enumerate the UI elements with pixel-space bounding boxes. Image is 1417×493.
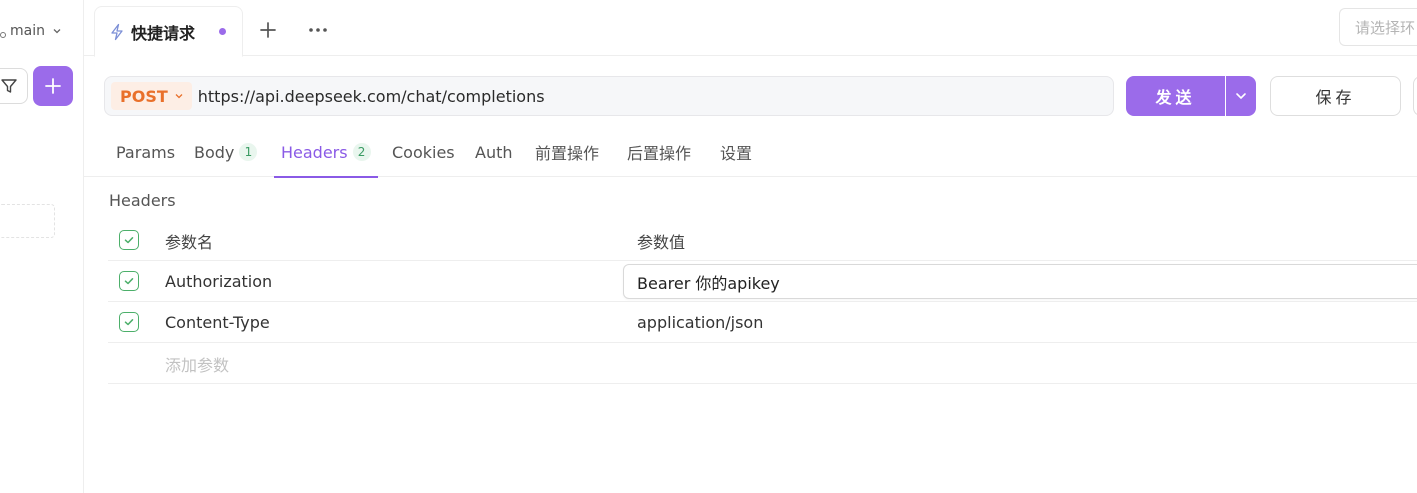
request-tabs: Params Body 1 Headers 2 Cookies Auth 前置操… <box>84 127 1417 178</box>
plus-icon <box>45 78 61 94</box>
tab-label: Headers <box>281 142 348 162</box>
add-row: 添加参数 <box>108 343 1417 384</box>
table-row: Authorization Bearer 你的apikey <box>108 261 1417 302</box>
tab-label: Auth <box>475 142 513 162</box>
tab-title: 快捷请求 <box>131 23 196 43</box>
header-name-cell[interactable]: Authorization <box>165 261 272 302</box>
row-enabled-checkbox[interactable] <box>119 312 139 332</box>
add-button[interactable] <box>33 66 73 106</box>
environment-select[interactable]: 请选择环 <box>1339 8 1417 46</box>
tab-body[interactable]: Body 1 <box>194 127 258 177</box>
chevron-down-icon <box>1236 93 1246 100</box>
table-row: Content-Type application/json <box>108 302 1417 343</box>
branch-selector[interactable]: main <box>0 20 63 42</box>
new-tab-button[interactable] <box>258 20 278 40</box>
add-parameter-input[interactable]: 添加参数 <box>165 343 229 384</box>
column-header-name: 参数名 <box>165 232 214 252</box>
unsaved-dot <box>219 28 227 35</box>
sidebar-placeholder-box <box>0 204 55 238</box>
select-all-checkbox[interactable] <box>119 230 139 250</box>
tab-params[interactable]: Params <box>116 127 175 177</box>
method-label: POST <box>120 86 168 106</box>
send-button[interactable]: 发送 <box>1126 76 1225 116</box>
check-icon <box>124 237 134 244</box>
tab-label: Cookies <box>392 142 455 162</box>
active-tab-indicator <box>274 176 378 178</box>
column-header-value: 参数值 <box>637 232 686 252</box>
more-tabs-button[interactable] <box>307 22 329 38</box>
section-title: Headers <box>109 191 176 210</box>
count-badge: 2 <box>352 143 371 161</box>
lightning-icon <box>111 23 123 40</box>
filter-button[interactable] <box>0 68 28 104</box>
count-badge: 1 <box>239 143 258 161</box>
tab-cookies[interactable]: Cookies <box>392 127 455 177</box>
save-label: 保存 <box>1315 88 1356 107</box>
send-label: 发送 <box>1155 88 1196 107</box>
branch-icon <box>0 24 6 38</box>
header-value-cell[interactable]: application/json <box>637 302 763 343</box>
send-options-button[interactable] <box>1226 76 1256 116</box>
tab-pre-operations[interactable]: 前置操作 <box>535 127 599 177</box>
header-value-input[interactable]: Bearer 你的apikey <box>623 264 1417 299</box>
tab-label: Params <box>116 142 176 162</box>
branch-label: main <box>10 23 45 39</box>
save-button[interactable]: 保存 <box>1270 76 1401 116</box>
tab-label: 前置操作 <box>535 144 600 163</box>
more-horizontal-icon <box>309 28 327 32</box>
check-icon <box>124 278 134 285</box>
more-actions-button[interactable] <box>1413 76 1417 116</box>
filter-icon <box>1 79 17 93</box>
tab-post-operations[interactable]: 后置操作 <box>627 127 691 177</box>
tab-bar: 快捷请求 请选择环 <box>84 0 1417 57</box>
method-select[interactable]: POST <box>111 82 192 110</box>
tab-quick-request[interactable]: 快捷请求 <box>94 6 243 57</box>
table-header-row: 参数名 参数值 <box>108 220 1417 261</box>
sidebar: main <box>0 0 84 493</box>
check-icon <box>124 319 134 326</box>
environment-placeholder: 请选择环 <box>1355 18 1416 37</box>
header-name-cell[interactable]: Content-Type <box>165 302 270 343</box>
url-input[interactable] <box>197 86 998 106</box>
tab-headers[interactable]: Headers 2 <box>274 127 378 178</box>
plus-icon <box>260 22 276 38</box>
url-bar: POST <box>104 76 1114 116</box>
chevron-down-icon <box>51 25 63 37</box>
tab-label: 设置 <box>720 144 753 163</box>
row-enabled-checkbox[interactable] <box>119 271 139 291</box>
tab-label: 后置操作 <box>627 144 692 163</box>
chevron-down-icon <box>175 94 183 99</box>
tab-auth[interactable]: Auth <box>475 127 513 177</box>
tab-settings[interactable]: 设置 <box>720 127 752 177</box>
tab-label: Body <box>194 142 235 162</box>
